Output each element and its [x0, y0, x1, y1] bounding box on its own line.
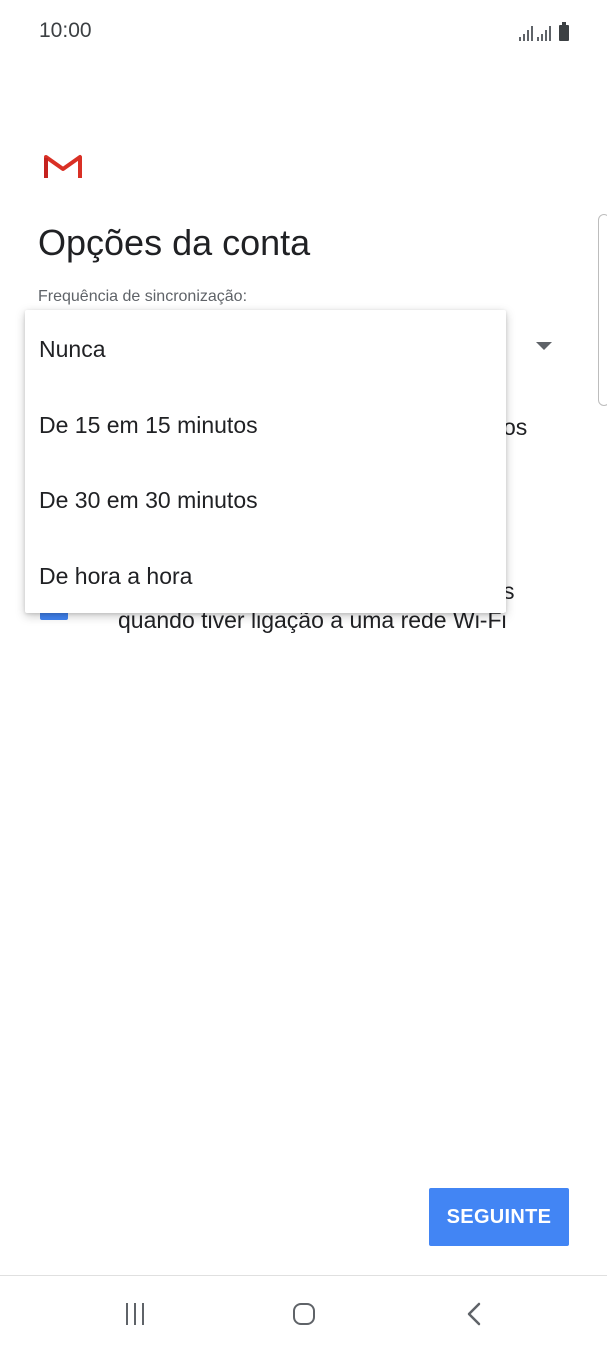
- recents-icon: [126, 1302, 144, 1325]
- gmail-logo-icon: [44, 155, 82, 179]
- navigation-bar: [0, 1275, 607, 1351]
- sync-frequency-label: Frequência de sincronização:: [38, 288, 248, 305]
- scroll-indicator: [598, 214, 607, 406]
- menu-item-never[interactable]: Nunca: [25, 311, 506, 387]
- home-icon: [293, 1302, 315, 1325]
- occluded-text-fragment: os: [503, 414, 528, 440]
- status-icons: [519, 21, 569, 41]
- recents-button[interactable]: [75, 1276, 195, 1351]
- status-time: 10:00: [39, 19, 92, 42]
- signal-icon: [537, 25, 551, 41]
- next-button[interactable]: SEGUINTE: [429, 1188, 569, 1246]
- home-button[interactable]: [244, 1276, 364, 1351]
- battery-icon: [559, 22, 569, 41]
- page-title: Opções da conta: [38, 222, 311, 263]
- menu-item-30-minutes[interactable]: De 30 em 30 minutos: [25, 462, 506, 538]
- back-icon: [467, 1302, 481, 1325]
- sync-frequency-dropdown-menu: Nunca De 15 em 15 minutos De 30 em 30 mi…: [25, 310, 506, 613]
- signal-icon: [519, 25, 533, 41]
- back-button[interactable]: [414, 1276, 534, 1351]
- dropdown-arrow-icon[interactable]: [536, 342, 552, 350]
- menu-item-hourly[interactable]: De hora a hora: [25, 538, 506, 614]
- status-bar: 10:00: [0, 0, 607, 64]
- menu-item-15-minutes[interactable]: De 15 em 15 minutos: [25, 387, 506, 463]
